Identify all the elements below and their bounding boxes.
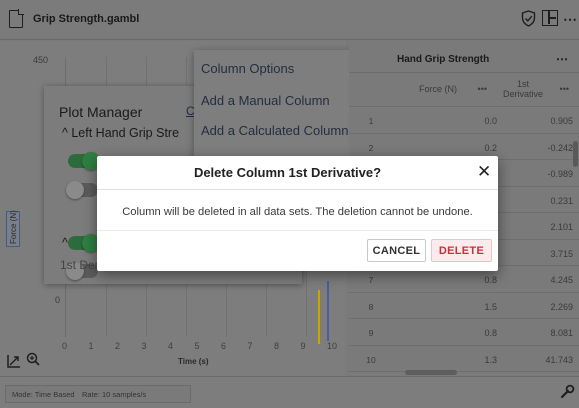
close-icon[interactable]: ✕ — [477, 162, 491, 182]
column-options-menu: Column Options Add a Manual Column Add a… — [194, 50, 362, 170]
cell-derivative[interactable]: 4.245 — [497, 275, 573, 285]
series-line-yellow — [318, 290, 320, 344]
delete-column-dialog: Delete Column 1st Derivative? ✕ Column w… — [97, 156, 498, 271]
x-tick: 7 — [247, 341, 253, 351]
shield-check-icon[interactable] — [521, 10, 536, 27]
dialog-header: Delete Column 1st Derivative? ✕ — [97, 156, 498, 190]
table-vertical-scrollbar[interactable] — [573, 141, 578, 167]
dialog-title: Delete Column 1st Derivative? — [193, 165, 382, 180]
cell-derivative[interactable]: 3.715 — [497, 249, 573, 259]
cell-derivative[interactable]: 2.101 — [497, 222, 573, 232]
row-number: 10 — [366, 354, 376, 365]
more-icon[interactable]: ⋯ — [563, 10, 577, 28]
cell-force[interactable]: 0.8 — [393, 328, 497, 338]
x-tick: 0 — [62, 341, 68, 351]
force-left-toggle[interactable] — [68, 152, 100, 170]
table-column-header-row: Force (N) ••• 1st Derivative ••• — [349, 73, 579, 107]
row-divider — [349, 291, 579, 293]
row-number: 9 — [368, 328, 374, 338]
status-bar: Mode: Time Based Rate: 10 samples/s — [0, 376, 579, 408]
cell-derivative[interactable]: 2.269 — [497, 302, 573, 312]
dialog-divider — [97, 230, 498, 231]
row-number: 7 — [368, 275, 374, 285]
row-number: 1 — [368, 116, 374, 126]
column-header-derivative[interactable]: 1st Derivative — [497, 79, 549, 99]
status-rate: Rate: 10 samples/s — [82, 390, 147, 399]
cell-derivative[interactable]: 0.231 — [497, 196, 573, 206]
cancel-button[interactable]: CANCEL — [367, 239, 426, 262]
x-tick: 8 — [274, 341, 280, 351]
series-line-blue — [327, 281, 329, 341]
plot-manager-title: Plot Manager — [59, 104, 143, 120]
zoom-icon[interactable] — [26, 352, 40, 369]
x-tick: 5 — [194, 341, 200, 351]
column-force-more-icon[interactable]: ••• — [467, 84, 487, 94]
cell-derivative[interactable]: -0.242 — [497, 143, 573, 153]
menu-item-add-manual-column[interactable]: Add a Manual Column — [201, 93, 330, 108]
cell-force[interactable]: 1.3 — [393, 355, 497, 365]
status-mode: Mode: Time Based — [12, 390, 75, 399]
cell-force[interactable]: 0.0 — [393, 116, 497, 126]
cell-derivative[interactable]: 0.905 — [497, 116, 573, 126]
wrench-icon[interactable] — [560, 384, 575, 402]
table-horizontal-scrollbar[interactable] — [405, 370, 457, 375]
x-tick: 4 — [168, 341, 174, 351]
y-tick-top: 450 — [33, 55, 49, 65]
table-more-icon[interactable]: ⋯ — [556, 52, 568, 66]
status-chip[interactable]: Mode: Time Based Rate: 10 samples/s — [5, 385, 191, 403]
row-divider — [349, 344, 579, 346]
row-number: 8 — [368, 301, 374, 312]
cell-force[interactable]: 0.2 — [393, 143, 497, 153]
y-tick-bottom: 0 — [55, 295, 61, 305]
x-tick: 1 — [88, 341, 94, 351]
column-header-force[interactable]: Force (N) — [407, 84, 457, 94]
table-title: Hand Grip Strength — [397, 54, 490, 65]
y-axis-label: Force (N) — [9, 210, 18, 244]
cell-force[interactable]: 1.5 — [393, 302, 497, 312]
y-axis-label-button[interactable]: Force (N) — [6, 210, 20, 247]
document-icon — [9, 9, 24, 28]
x-axis-label: Time (s) — [178, 357, 209, 366]
cell-derivative[interactable]: 41.743 — [497, 355, 573, 365]
cell-derivative[interactable]: -0.989 — [497, 169, 573, 179]
menu-item-column-options[interactable]: Column Options — [201, 61, 294, 76]
row-divider — [349, 318, 579, 319]
x-tick: 10 — [327, 341, 338, 351]
delete-button[interactable]: DELETE — [431, 239, 492, 262]
x-tick: 2 — [115, 341, 121, 351]
x-axis-ticks: 0 1 2 3 4 5 6 7 8 9 10 — [62, 341, 342, 353]
cell-force[interactable]: 0.8 — [393, 275, 497, 285]
dialog-message: Column will be deleted in all data sets.… — [122, 206, 473, 218]
x-tick: 3 — [141, 341, 147, 351]
row-divider — [349, 371, 579, 372]
x-tick: 9 — [300, 341, 306, 351]
derivative-left-toggle[interactable] — [66, 181, 98, 199]
row-divider — [349, 132, 579, 134]
layout-icon[interactable] — [542, 10, 558, 26]
row-number: 2 — [368, 142, 374, 153]
x-tick: 6 — [221, 341, 227, 351]
window-title: Grip Strength.gambl — [33, 13, 140, 25]
title-bar: Grip Strength.gambl ⋯ — [0, 0, 579, 40]
menu-item-add-calculated-column[interactable]: Add a Calculated Column — [201, 123, 348, 138]
force-right-toggle[interactable] — [68, 234, 100, 252]
column-derivative-more-icon[interactable]: ••• — [549, 84, 569, 94]
table-title-row: Hand Grip Strength ⋯ — [349, 41, 579, 73]
left-hand-section-header[interactable]: ^ Left Hand Grip Stre — [62, 126, 179, 140]
zoom-fit-icon[interactable] — [7, 354, 21, 371]
cell-derivative[interactable]: 8.081 — [497, 328, 573, 338]
